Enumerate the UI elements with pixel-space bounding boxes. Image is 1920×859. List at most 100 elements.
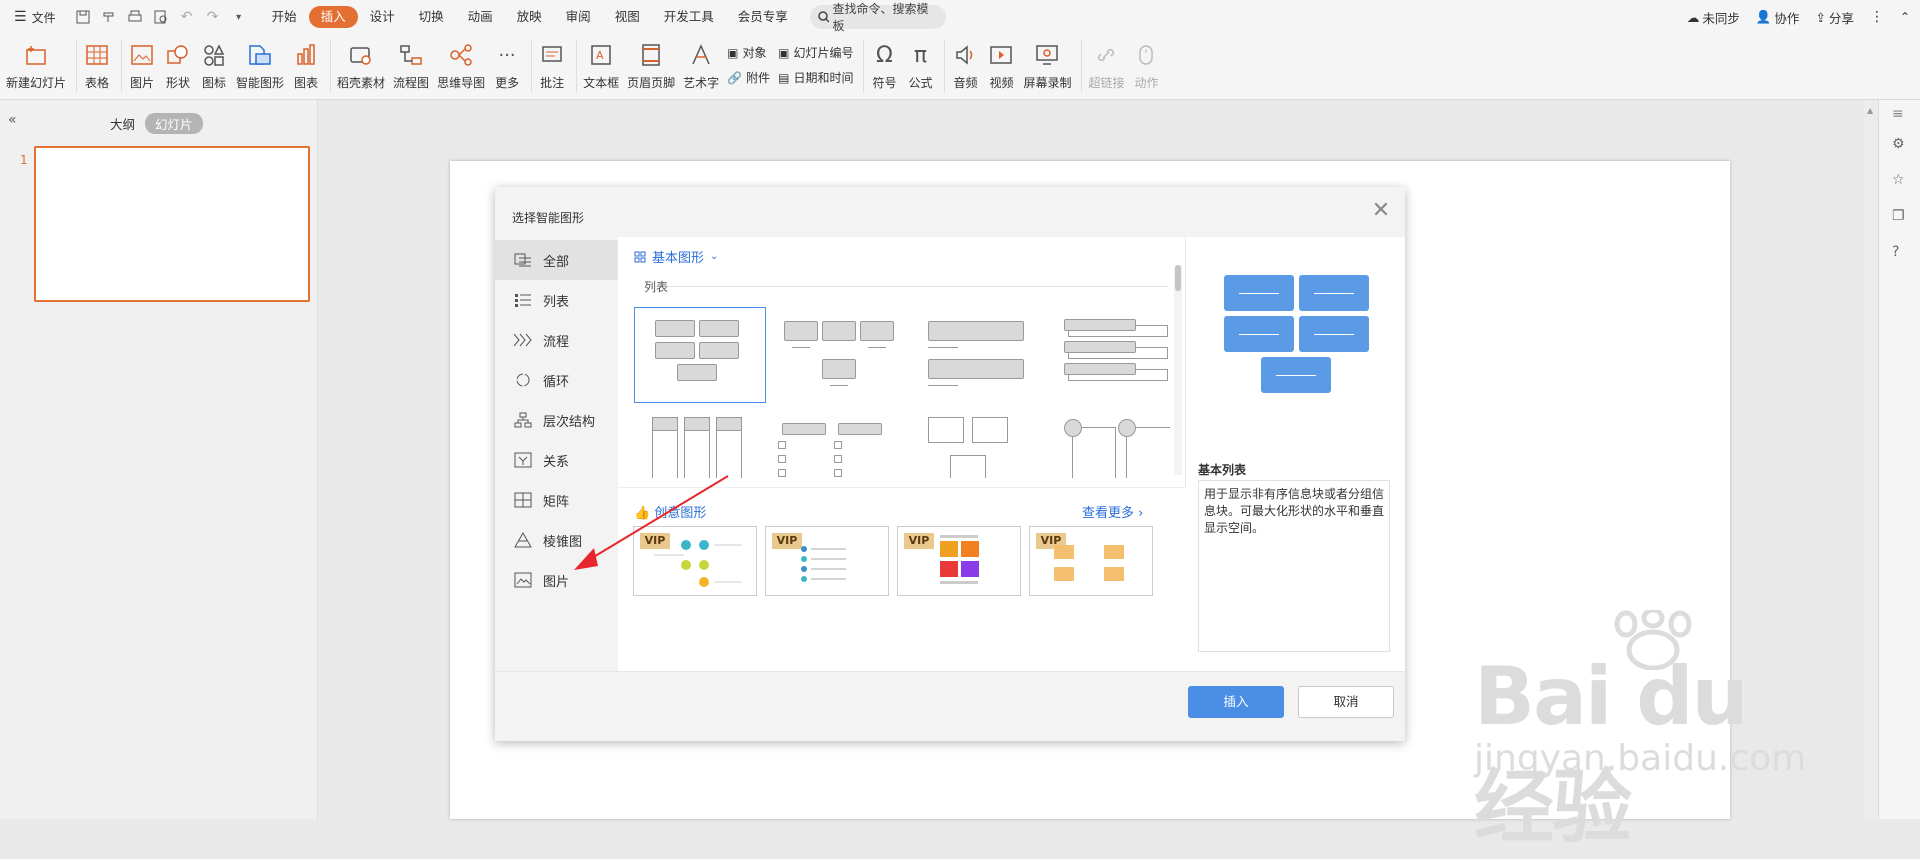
tab-review[interactable]: 审阅 xyxy=(554,6,603,28)
category-process[interactable]: 流程 xyxy=(495,320,618,360)
cancel-button[interactable]: 取消 xyxy=(1298,686,1394,718)
wordart-label: 艺术字 xyxy=(683,76,720,90)
template-list-3[interactable] xyxy=(914,307,1046,403)
slide-thumbnail[interactable] xyxy=(34,146,310,302)
hyperlink-button[interactable]: 超链接 xyxy=(1088,34,1124,91)
chart-label: 图表 xyxy=(294,76,319,90)
video-button[interactable]: 视频 xyxy=(987,34,1015,91)
creative-template-2[interactable]: VIP xyxy=(765,526,889,596)
calendar-icon: ▤ xyxy=(778,70,790,85)
svg-text:A: A xyxy=(596,49,604,62)
sync-button[interactable]: ☁ 未同步 xyxy=(1687,8,1740,27)
slide-number-button[interactable]: ▣ 幻灯片编号 xyxy=(778,44,853,61)
save-icon[interactable] xyxy=(70,4,96,30)
format-painter-icon[interactable] xyxy=(96,4,122,30)
redo-icon[interactable]: ↷ xyxy=(200,4,226,30)
material-button[interactable]: 稻壳素材 xyxy=(337,34,385,91)
preview-block xyxy=(1224,316,1294,352)
textbox-icon: A xyxy=(587,42,615,68)
audio-button[interactable]: 音频 xyxy=(951,34,979,91)
command-search[interactable]: 查找命令、搜索模板 xyxy=(809,2,946,33)
see-more-link[interactable]: 查看更多 › xyxy=(1082,502,1143,521)
tab-slides[interactable]: 幻灯片 xyxy=(145,113,203,134)
template-list-4[interactable] xyxy=(1054,307,1170,403)
textbox-button[interactable]: A 文本框 xyxy=(583,34,619,91)
more-label: 更多 xyxy=(495,76,520,90)
template-list-2[interactable] xyxy=(774,307,906,403)
pin-icon[interactable]: ☆ xyxy=(1892,172,1905,188)
template-list-7[interactable] xyxy=(914,411,1046,478)
tab-member[interactable]: 会员专享 xyxy=(726,6,800,28)
collapse-ribbon-icon[interactable]: ⌃ xyxy=(1900,10,1910,24)
category-hierarchy[interactable]: 层次结构 xyxy=(495,400,618,440)
flowchart-label: 流程图 xyxy=(393,76,430,90)
audio-label: 音频 xyxy=(953,76,978,90)
help-icon[interactable]: ? xyxy=(1892,244,1899,260)
basic-shapes-label: 基本图形 xyxy=(652,251,705,266)
list-icon xyxy=(513,292,533,308)
tab-slideshow[interactable]: 放映 xyxy=(505,6,554,28)
print-icon[interactable] xyxy=(122,4,148,30)
wordart-button[interactable]: 艺术字 xyxy=(683,34,719,91)
tab-developer[interactable]: 开发工具 xyxy=(652,6,726,28)
creative-template-4[interactable]: VIP xyxy=(1029,526,1153,596)
search-placeholder: 查找命令、搜索模板 xyxy=(832,2,929,33)
picture-button[interactable]: 图片 xyxy=(128,34,156,91)
menu-icon[interactable]: ≡ xyxy=(1892,106,1904,122)
tab-animations[interactable]: 动画 xyxy=(456,6,505,28)
preview-block xyxy=(1299,316,1369,352)
template-gallery: 基本图形 ⌄ 列表 👍 创意图形 查看更多 › VIP VIP VIP VIP xyxy=(618,237,1186,671)
creative-template-3[interactable]: VIP xyxy=(897,526,1021,596)
basic-shapes-dropdown[interactable]: 基本图形 ⌄ xyxy=(634,247,718,266)
object-button[interactable]: ▣ 对象 xyxy=(727,44,770,61)
print-preview-icon[interactable] xyxy=(148,4,174,30)
tab-transitions[interactable]: 切换 xyxy=(407,6,456,28)
mindmap-button[interactable]: 思维导图 xyxy=(437,34,485,91)
smartart-button[interactable]: 智能图形 xyxy=(236,34,284,91)
settings-sliders-icon[interactable]: ⚙ xyxy=(1892,136,1905,152)
editor-scrollbar[interactable]: ▲ xyxy=(1864,100,1878,819)
formula-button[interactable]: π 公式 xyxy=(906,34,934,91)
more-button[interactable]: ··· 更多 xyxy=(493,34,521,91)
comment-button[interactable]: 批注 xyxy=(538,34,566,91)
quick-access-dropdown-icon[interactable]: ▾ xyxy=(226,4,252,30)
gallery-scrollbar[interactable] xyxy=(1174,265,1182,475)
category-cycle[interactable]: 循环 xyxy=(495,360,618,400)
shape-button[interactable]: 形状 xyxy=(164,34,192,91)
collapse-panel-icon[interactable]: « xyxy=(8,112,17,128)
template-list-5[interactable] xyxy=(634,411,766,478)
attachment-button[interactable]: 🔗 附件 xyxy=(727,69,770,86)
tab-home[interactable]: 开始 xyxy=(260,6,309,28)
action-button[interactable]: 动作 xyxy=(1132,34,1160,91)
insert-button[interactable]: 插入 xyxy=(1188,686,1284,718)
table-button[interactable]: 表格 xyxy=(83,34,111,91)
divider xyxy=(330,40,332,92)
header-footer-button[interactable]: 页眉页脚 xyxy=(627,34,675,91)
chart-icon xyxy=(292,42,320,68)
icon-button[interactable]: 图标 xyxy=(200,34,228,91)
datetime-button[interactable]: ▤ 日期和时间 xyxy=(778,69,853,86)
flowchart-button[interactable]: 流程图 xyxy=(393,34,429,91)
tab-view[interactable]: 视图 xyxy=(603,6,652,28)
template-basic-list[interactable] xyxy=(634,307,766,403)
tab-insert[interactable]: 插入 xyxy=(308,6,358,28)
tab-design[interactable]: 设计 xyxy=(358,6,407,28)
more-options-icon[interactable]: ⋮ xyxy=(1870,9,1884,25)
symbol-button[interactable]: Ω 符号 xyxy=(870,34,898,91)
template-list-6[interactable] xyxy=(774,411,906,478)
scroll-up-icon[interactable]: ▲ xyxy=(1867,106,1873,115)
close-icon[interactable]: ✕ xyxy=(1369,199,1393,223)
undo-icon[interactable]: ↶ xyxy=(174,4,200,30)
share-button[interactable]: ⇪ 分享 xyxy=(1815,8,1854,27)
new-slide-button[interactable]: 新建幻灯片 xyxy=(6,34,66,91)
category-all[interactable]: 全部 xyxy=(495,240,618,280)
tab-outline[interactable]: 大纲 xyxy=(110,114,135,133)
collaborate-button[interactable]: 👤 协作 xyxy=(1756,8,1800,27)
category-list-item[interactable]: 列表 xyxy=(495,280,618,320)
chart-button[interactable]: 图表 xyxy=(292,34,320,91)
copy-icon[interactable]: ❐ xyxy=(1892,208,1905,224)
file-menu[interactable]: ☰ 文件 xyxy=(14,9,56,26)
scroll-thumb[interactable] xyxy=(1175,265,1181,291)
template-list-8[interactable] xyxy=(1054,411,1170,478)
screen-record-button[interactable]: 屏幕录制 xyxy=(1023,34,1071,91)
